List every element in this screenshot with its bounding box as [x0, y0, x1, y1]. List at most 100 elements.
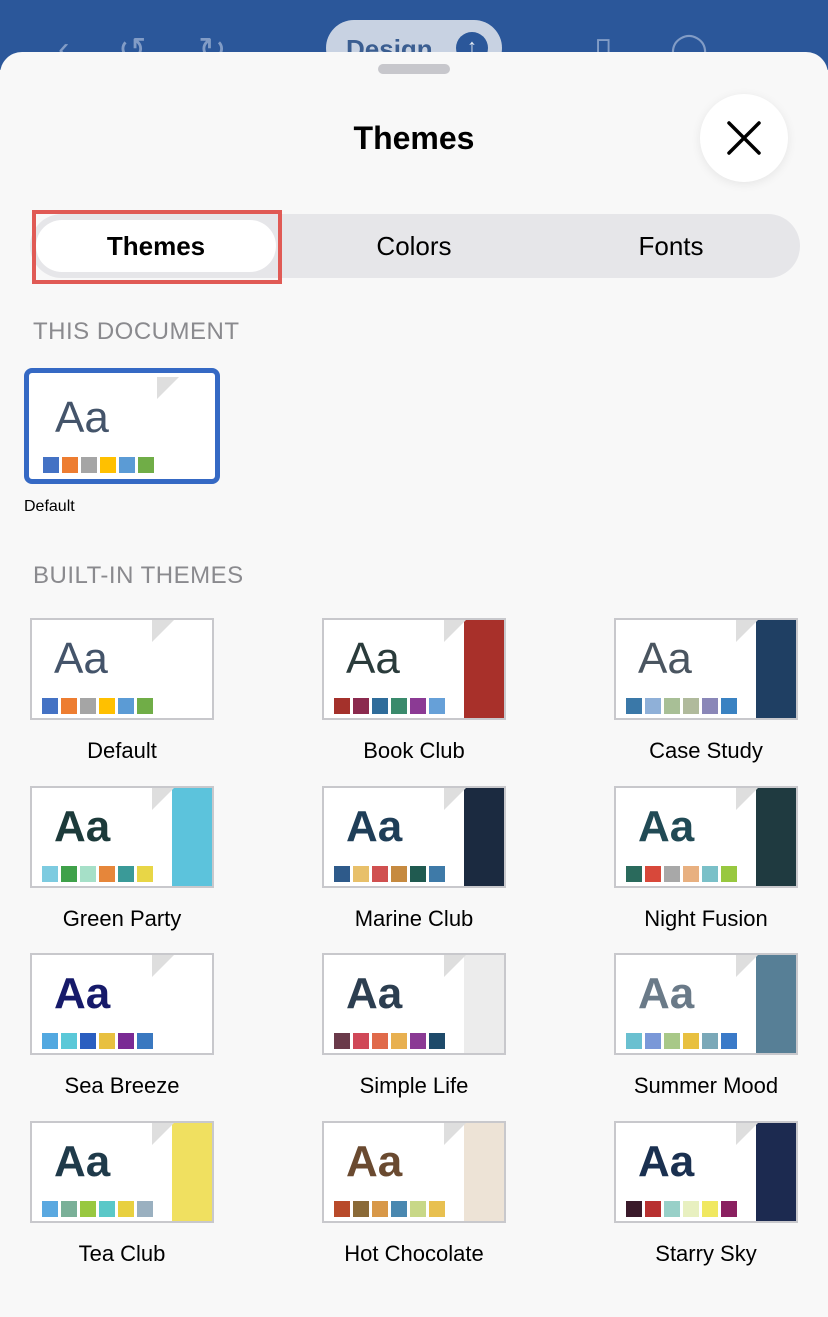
color-swatch — [626, 866, 642, 882]
page-fold — [444, 955, 466, 977]
tab-fonts[interactable]: Fonts — [542, 214, 800, 278]
color-swatch — [645, 1033, 661, 1049]
color-swatches — [42, 698, 153, 714]
page-fold — [736, 955, 758, 977]
color-swatch — [391, 1033, 407, 1049]
theme-font-sample: Aa — [638, 634, 692, 683]
color-swatches — [334, 1033, 445, 1049]
theme-card[interactable]: Aa Summer Mood — [614, 953, 798, 1099]
color-swatches — [42, 866, 153, 882]
color-swatch — [353, 1201, 369, 1217]
theme-name: Starry Sky — [655, 1241, 757, 1266]
color-swatch — [42, 698, 58, 714]
color-swatches — [42, 1033, 153, 1049]
color-swatch — [118, 1033, 134, 1049]
section-this-document: THIS DOCUMENT — [33, 318, 240, 345]
page-fold — [152, 788, 174, 810]
color-swatch — [334, 866, 350, 882]
color-swatches — [626, 866, 737, 882]
color-swatch — [62, 457, 78, 473]
color-swatch — [61, 866, 77, 882]
color-swatch — [353, 1033, 369, 1049]
color-swatches — [334, 698, 445, 714]
color-swatch — [353, 698, 369, 714]
theme-font-sample: Aa — [638, 1137, 695, 1186]
theme-font-sample: Aa — [638, 969, 695, 1018]
color-swatch — [664, 1201, 680, 1217]
theme-card[interactable]: Aa Green Party — [30, 786, 214, 932]
color-swatch — [410, 1201, 426, 1217]
theme-accent-panel — [462, 955, 504, 1053]
page-fold — [152, 620, 174, 642]
theme-accent-panel — [462, 1123, 504, 1221]
theme-name: Marine Club — [354, 906, 474, 931]
color-swatch — [664, 698, 680, 714]
color-swatch — [702, 866, 718, 882]
theme-card[interactable]: Aa Night Fusion — [614, 786, 798, 932]
themes-tab-highlight — [32, 210, 282, 284]
color-swatch — [664, 1033, 680, 1049]
color-swatch — [81, 457, 97, 473]
theme-card[interactable]: Aa Starry Sky — [614, 1121, 798, 1267]
color-swatch — [391, 866, 407, 882]
color-swatch — [626, 1033, 642, 1049]
color-swatch — [61, 1201, 77, 1217]
close-button[interactable] — [700, 94, 788, 182]
color-swatch — [645, 1201, 661, 1217]
theme-font-sample: Aa — [346, 969, 403, 1018]
theme-name: Case Study — [649, 738, 763, 763]
page-fold — [152, 1123, 174, 1145]
color-swatches — [626, 1033, 737, 1049]
color-swatch — [410, 698, 426, 714]
color-swatch — [99, 866, 115, 882]
theme-name: Tea Club — [78, 1241, 166, 1266]
color-swatch — [702, 1201, 718, 1217]
theme-accent-panel — [754, 1123, 796, 1221]
sheet-grabber[interactable] — [378, 64, 450, 74]
theme-card[interactable]: Aa Sea Breeze — [30, 953, 214, 1099]
theme-card[interactable]: Aa Case Study — [614, 618, 798, 764]
theme-name: Night Fusion — [644, 906, 768, 931]
theme-name: Simple Life — [359, 1073, 469, 1098]
color-swatch — [721, 1201, 737, 1217]
color-swatch — [429, 866, 445, 882]
color-swatch — [80, 1201, 96, 1217]
theme-name: Default — [87, 738, 157, 763]
theme-card[interactable]: Aa Hot Chocolate — [322, 1121, 506, 1267]
theme-card[interactable]: Aa Marine Club — [322, 786, 506, 932]
theme-card[interactable]: Aa Tea Club — [30, 1121, 214, 1267]
color-swatch — [80, 866, 96, 882]
color-swatch — [410, 1033, 426, 1049]
theme-thumbnail: Aa — [322, 1121, 506, 1223]
theme-card[interactable]: Aa Book Club — [322, 618, 506, 764]
theme-font-sample: Aa — [346, 802, 403, 851]
color-swatch — [372, 1201, 388, 1217]
theme-accent-panel — [170, 620, 212, 718]
theme-thumbnail: Aa — [30, 618, 214, 720]
theme-font-sample: Aa — [54, 1137, 111, 1186]
tab-colors[interactable]: Colors — [286, 214, 542, 278]
color-swatch — [702, 698, 718, 714]
theme-card[interactable]: Aa Simple Life — [322, 953, 506, 1099]
color-swatch — [334, 1201, 350, 1217]
page-fold — [157, 377, 179, 399]
theme-accent-panel — [170, 788, 212, 886]
color-swatch — [683, 698, 699, 714]
theme-thumbnail: Aa — [614, 1121, 798, 1223]
document-theme-card[interactable]: Aa Default — [24, 368, 220, 516]
theme-accent-panel — [754, 955, 796, 1053]
color-swatch — [429, 1033, 445, 1049]
color-swatch — [118, 866, 134, 882]
color-swatch — [137, 698, 153, 714]
color-swatch — [42, 1033, 58, 1049]
color-swatches — [334, 866, 445, 882]
color-swatch — [429, 1201, 445, 1217]
color-swatch — [372, 698, 388, 714]
theme-card[interactable]: Aa Default — [30, 618, 214, 764]
color-swatch — [721, 698, 737, 714]
theme-thumbnail: Aa — [322, 618, 506, 720]
color-swatch — [626, 1201, 642, 1217]
color-swatch — [372, 1033, 388, 1049]
page-fold — [736, 620, 758, 642]
theme-thumbnail: Aa — [322, 953, 506, 1055]
